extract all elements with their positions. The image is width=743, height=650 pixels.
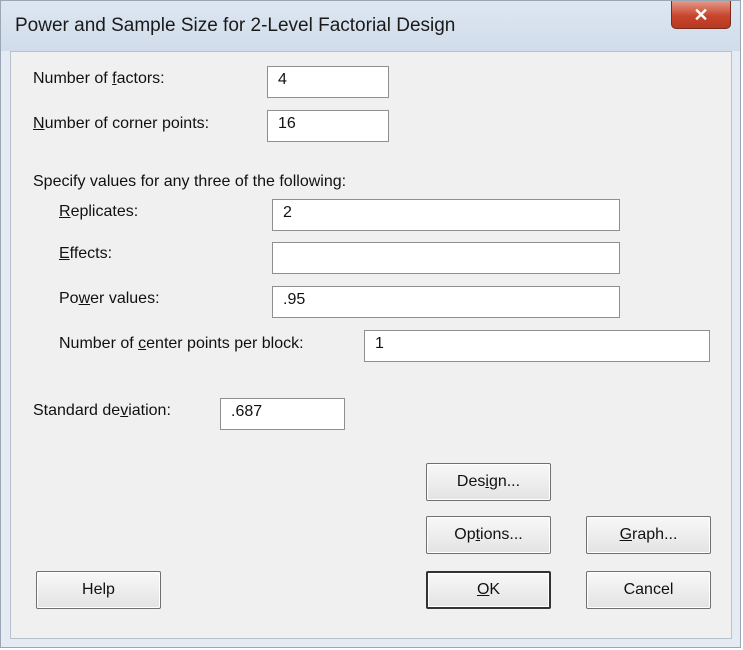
window-title: Power and Sample Size for 2-Level Factor… (15, 15, 456, 36)
corner-points-label: Number of corner points: (33, 115, 210, 132)
instruction-text: Specify values for any three of the foll… (33, 173, 347, 190)
power-values-field[interactable]: .95 (272, 286, 620, 318)
replicates-field[interactable]: 2 (272, 199, 620, 231)
ok-button[interactable]: OK (426, 571, 551, 609)
center-points-field[interactable]: 1 (364, 330, 710, 362)
close-button[interactable]: ✕ (671, 1, 731, 29)
help-button[interactable]: Help (36, 571, 161, 609)
dialog-body: Number of factors: 4 Number of corner po… (10, 51, 732, 639)
cancel-button[interactable]: Cancel (586, 571, 711, 609)
close-icon: ✕ (693, 4, 709, 25)
factors-label: Number of factors: (33, 70, 165, 87)
corner-points-field[interactable]: 16 (267, 110, 389, 142)
power-values-label: Power values: (59, 290, 160, 307)
effects-field[interactable] (272, 242, 620, 274)
graph-button[interactable]: Graph... (586, 516, 711, 554)
factors-field[interactable]: 4 (267, 66, 389, 98)
design-button[interactable]: Des i gn... (426, 463, 551, 501)
std-dev-field[interactable]: .687 (220, 398, 345, 430)
std-dev-label: Standard deviation: (33, 402, 171, 419)
replicates-label: Replicates: (59, 203, 139, 220)
options-button[interactable]: Op t ions... (426, 516, 551, 554)
title-bar[interactable]: Power and Sample Size for 2-Level Factor… (1, 1, 740, 51)
effects-label: Effects: (59, 245, 113, 262)
dialog-window: Power and Sample Size for 2-Level Factor… (0, 0, 741, 648)
center-points-label: Number of center points per block: (59, 335, 304, 352)
